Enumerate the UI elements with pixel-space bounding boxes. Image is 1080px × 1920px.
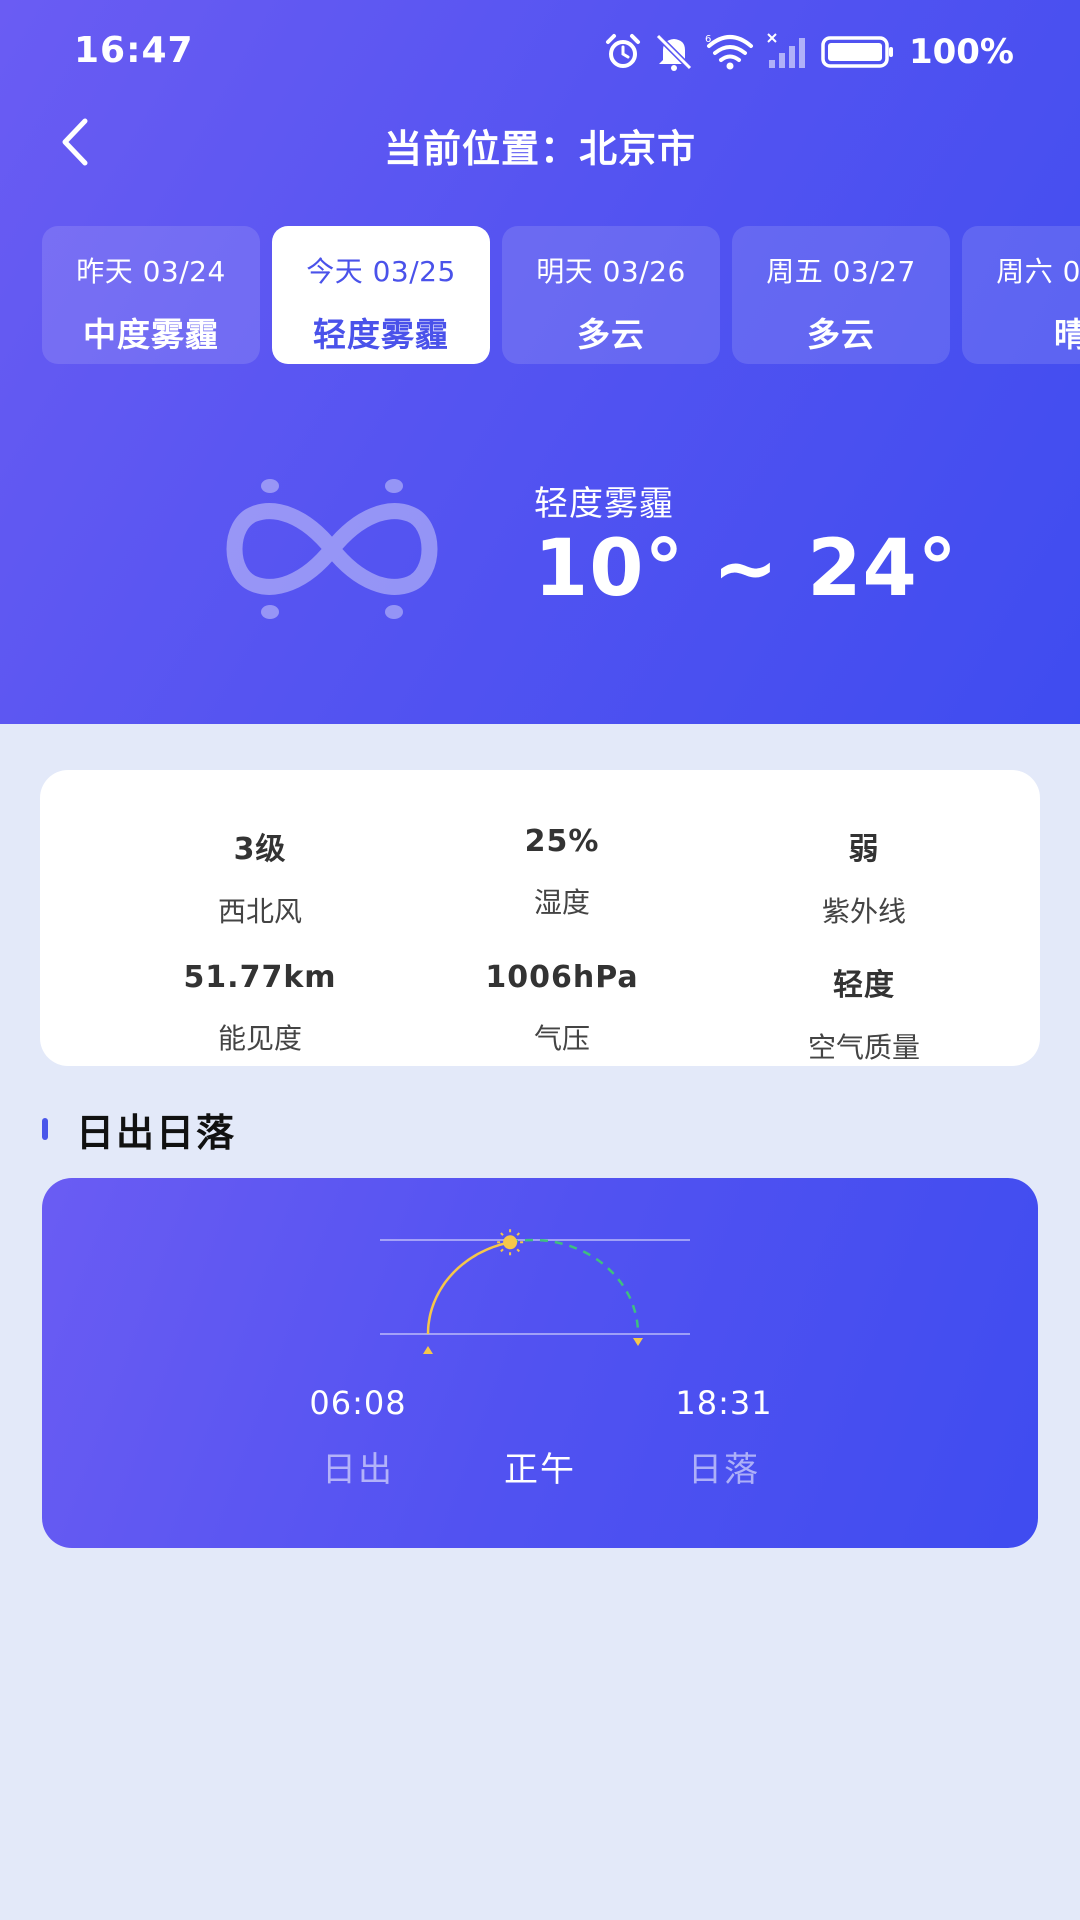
sun-icon	[497, 1229, 524, 1256]
weather-details-card: 3级 西北风 25% 湿度 弱 紫外线 51.77km 能见度 1006hPa …	[40, 770, 1040, 1066]
detail-label: 湿度	[533, 886, 590, 919]
detail-humidity: 25% 湿度	[412, 824, 712, 921]
signal-icon	[767, 32, 809, 72]
day-condition: 中度雾霾	[83, 315, 219, 354]
day-tabs: 昨天 03/24 中度雾霾 今天 03/25 轻度雾霾 明天 03/26 多云 …	[42, 226, 1080, 364]
detail-visibility: 51.77km 能见度	[110, 960, 410, 1057]
day-tab-tomorrow[interactable]: 明天 03/26 多云	[502, 226, 720, 364]
day-date: 周五 03/27	[766, 255, 916, 288]
wifi-icon: 6	[705, 32, 755, 72]
detail-value: 1006hPa	[485, 960, 639, 995]
sun-arc	[380, 1229, 690, 1354]
day-tab-friday[interactable]: 周五 03/27 多云	[732, 226, 950, 364]
detail-wind: 3级 西北风	[110, 824, 410, 930]
sun-path-remaining	[509, 1238, 640, 1335]
detail-label: 空气质量	[807, 1031, 920, 1064]
day-condition: 轻度雾霾	[313, 315, 449, 354]
sunrise-label: 日出	[322, 1450, 394, 1490]
detail-label: 西北风	[217, 895, 302, 928]
section-accent-bar	[42, 1118, 48, 1140]
detail-value: 轻度	[833, 968, 895, 1003]
day-tab-yesterday[interactable]: 昨天 03/24 中度雾霾	[42, 226, 260, 364]
haze-icon	[214, 474, 450, 628]
noon-label: 正午	[504, 1450, 576, 1490]
detail-pressure: 1006hPa 气压	[412, 960, 712, 1057]
day-tab-saturday[interactable]: 周六 03/28 晴	[962, 226, 1080, 364]
sunrise-marker	[423, 1346, 433, 1354]
day-date: 今天 03/25	[306, 255, 456, 288]
battery-percent: 100%	[908, 32, 1014, 72]
sunset-label: 日落	[688, 1450, 760, 1490]
detail-label: 紫外线	[821, 895, 906, 928]
section-title-text: 日出日落	[76, 1110, 237, 1155]
day-condition: 多云	[807, 315, 875, 354]
sun-path-elapsed	[426, 1241, 511, 1335]
day-date: 周六 03/28	[996, 255, 1080, 288]
day-condition: 晴	[1054, 315, 1080, 354]
detail-value: 弱	[848, 832, 880, 867]
sunrise-time: 06:08	[309, 1384, 407, 1422]
detail-label: 能见度	[217, 1022, 302, 1055]
weather-hero: 16:47 6 100% 当前位置：北京市 昨天 03/24 中度雾霾 今天 0…	[0, 0, 1080, 724]
day-condition: 多云	[577, 315, 645, 354]
detail-value: 3级	[233, 832, 287, 867]
status-time: 16:47	[74, 30, 194, 71]
detail-air-quality: 轻度 空气质量	[714, 960, 1014, 1066]
battery-icon	[821, 35, 895, 69]
sunset-time: 18:31	[675, 1384, 773, 1422]
sunset-marker	[633, 1338, 643, 1346]
day-date: 明天 03/26	[536, 255, 686, 288]
header: 当前位置：北京市	[0, 104, 1080, 184]
page-title: 当前位置：北京市	[383, 127, 696, 171]
detail-uv: 弱 紫外线	[714, 824, 1014, 930]
section-title-sunrise-sunset: 日出日落	[42, 1104, 237, 1155]
svg-text:6: 6	[705, 34, 711, 45]
detail-label: 气压	[533, 1022, 590, 1055]
current-condition: 轻度雾霾	[534, 484, 674, 524]
alarm-icon	[603, 32, 643, 72]
mute-bell-icon	[655, 32, 693, 72]
status-bar: 16:47 6 100%	[0, 0, 1080, 104]
status-icons: 6 100%	[603, 30, 1014, 74]
sunrise-sunset-card: 06:08 18:31 日出 正午 日落	[42, 1178, 1038, 1548]
day-date: 昨天 03/24	[76, 255, 226, 288]
detail-value: 51.77km	[183, 960, 337, 995]
detail-value: 25%	[524, 824, 600, 859]
temperature-range: 10° ~ 24°	[534, 524, 958, 614]
day-tab-today[interactable]: 今天 03/25 轻度雾霾	[272, 226, 490, 364]
